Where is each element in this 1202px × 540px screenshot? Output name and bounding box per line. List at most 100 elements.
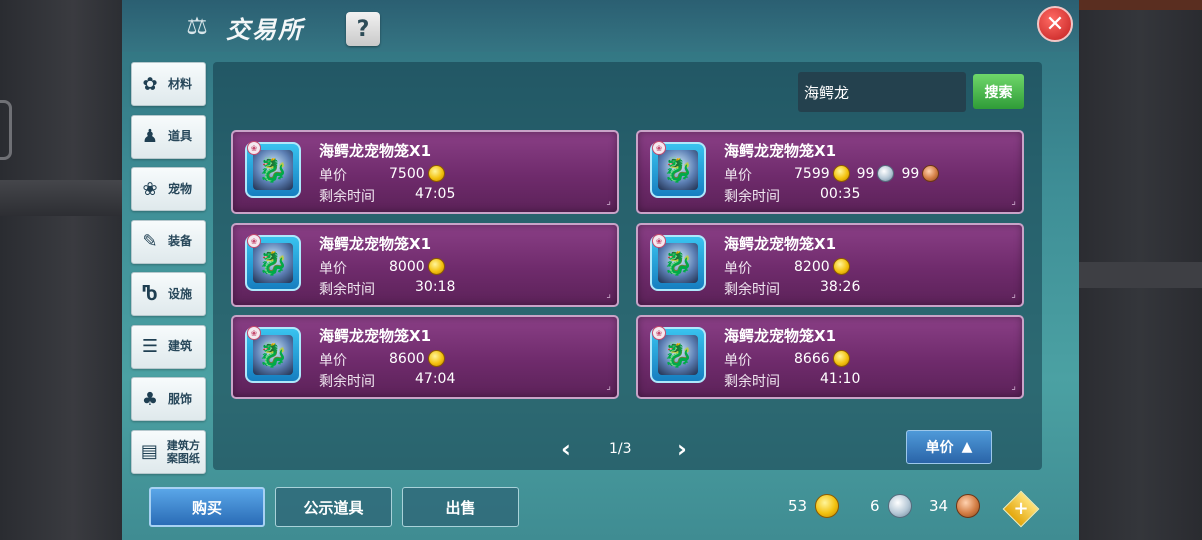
gold-coin-icon (832, 350, 850, 367)
background-roof (1078, 0, 1202, 10)
gold-coin-icon (427, 350, 445, 367)
price-label: 单价 (724, 168, 752, 184)
page-indicator: 1/3 (609, 441, 632, 457)
time-label: 剩余时间 (319, 189, 375, 205)
sidebar-item-label: 材料 (168, 76, 193, 91)
sidebar-item-clothing[interactable]: ♣ 服饰 (131, 377, 206, 421)
props-icon: ♟ (141, 126, 159, 147)
sidebar-item-pets[interactable]: ❀ 宠物 (131, 167, 206, 211)
sidebar-item-facility[interactable]: Ⴊ 设施 (131, 272, 206, 316)
background-beam (0, 180, 122, 216)
item-name: 海鳄龙宠物笼X1 (319, 235, 432, 253)
sidebar-item-label: 建筑方案图纸 (166, 438, 200, 465)
building-icon: ☰ (141, 336, 159, 357)
item-price: 8600 (389, 350, 445, 367)
page-title: 交易所 (226, 16, 304, 44)
time-label: 剩余时间 (319, 374, 375, 390)
item-price: 8200 (794, 258, 850, 275)
sidebar-item-blueprint[interactable]: ▤ 建筑方案图纸 (131, 429, 206, 474)
price-label: 单价 (724, 353, 752, 369)
pet-paw-icon: ❀ (142, 178, 158, 200)
time-label: 剩余时间 (724, 374, 780, 390)
sort-arrow-icon: ▲ (961, 439, 973, 455)
sell-tab[interactable]: 出售 (402, 487, 519, 527)
game-background-left (0, 0, 122, 540)
bronze-amount: 99 (901, 165, 920, 182)
gold-coin-icon (427, 258, 445, 275)
add-currency-button[interactable]: + (1002, 490, 1040, 528)
search-input[interactable]: 海鳄龙 (798, 72, 966, 112)
listing-card[interactable]: 🐉 ❀ 海鳄龙宠物笼X1 单价 8000 剩余时间 30:18 ⌟ (231, 223, 619, 307)
listing-card[interactable]: 🐉 ❀ 海鳄龙宠物笼X1 单价 7599 99 99 剩余时间 00:35 ⌟ (636, 130, 1024, 214)
close-button[interactable]: ✕ (1037, 6, 1073, 42)
sidebar-item-label: 宠物 (168, 181, 193, 196)
sidebar-item-props[interactable]: ♟ 道具 (131, 114, 206, 159)
listing-card[interactable]: 🐉 ❀ 海鳄龙宠物笼X1 单价 8600 剩余时间 47:04 ⌟ (231, 315, 619, 399)
item-price: 8666 (794, 350, 850, 367)
silver-amount: 99 (856, 165, 875, 182)
price-label: 单价 (319, 261, 347, 277)
gold-coin-icon (427, 165, 445, 182)
item-name: 海鳄龙宠物笼X1 (319, 142, 432, 160)
silver-amount: 6 (870, 497, 880, 515)
remaining-time: 47:04 (415, 371, 456, 387)
clothing-icon: ♣ (141, 388, 159, 410)
pet-badge-icon: ❀ (247, 234, 261, 248)
gold-amount: 8600 (389, 350, 425, 367)
blueprint-icon: ▤ (140, 441, 158, 462)
background-ring (0, 100, 12, 160)
listing-card[interactable]: 🐉 ❀ 海鳄龙宠物笼X1 单价 8666 剩余时间 41:10 ⌟ (636, 315, 1024, 399)
exchange-panel: ⚖ 交易所 ? ✕ ✿ 材料 ♟ 道具 ❀ 宠物 ✎ 装备 Ⴊ 设施 ☰ 建筑 (122, 0, 1079, 540)
remaining-time: 38:26 (820, 279, 861, 295)
pet-badge-icon: ❀ (652, 234, 666, 248)
silver-coin-icon (877, 165, 895, 182)
prev-page-button[interactable]: ‹ (556, 435, 576, 463)
gold-coin-icon (815, 494, 840, 518)
sidebar-item-materials[interactable]: ✿ 材料 (131, 62, 206, 106)
remaining-time: 30:18 (415, 279, 456, 295)
gold-amount: 8200 (794, 258, 830, 275)
bronze-coin-icon (956, 494, 981, 518)
sidebar-item-label: 装备 (168, 234, 193, 248)
gold-amount: 8000 (389, 258, 425, 275)
game-background-right (1078, 0, 1202, 540)
item-name: 海鳄龙宠物笼X1 (724, 142, 837, 160)
help-button[interactable]: ? (346, 12, 380, 46)
dragon-icon: 🐉 (658, 243, 698, 283)
search-button[interactable]: 搜索 (973, 74, 1024, 109)
background-beam (1078, 262, 1202, 288)
pet-badge-icon: ❀ (247, 326, 261, 340)
next-page-button[interactable]: › (672, 435, 692, 463)
sort-by-price-button[interactable]: 单价 ▲ (906, 430, 992, 464)
materials-icon: ✿ (142, 73, 158, 95)
buy-tab[interactable]: 购买 (149, 487, 265, 527)
public-items-tab[interactable]: 公示道具 (275, 487, 392, 527)
corner-mark-icon: ⌟ (1011, 381, 1016, 392)
listing-card[interactable]: 🐉 ❀ 海鳄龙宠物笼X1 单价 7500 剩余时间 47:05 ⌟ (231, 130, 619, 214)
item-price: 7599 99 99 (794, 165, 940, 182)
scales-icon: ⚖ (186, 12, 208, 40)
sidebar-item-label: 设施 (168, 286, 193, 301)
sidebar-item-label: 服饰 (168, 391, 193, 406)
dragon-icon: 🐉 (253, 150, 293, 190)
equipment-icon: ✎ (142, 231, 158, 252)
bronze-balance: 34 (929, 494, 981, 518)
gold-coin-icon (832, 258, 850, 275)
item-name: 海鳄龙宠物笼X1 (319, 327, 432, 345)
listing-card[interactable]: 🐉 ❀ 海鳄龙宠物笼X1 单价 8200 剩余时间 38:26 ⌟ (636, 223, 1024, 307)
pet-badge-icon: ❀ (652, 141, 666, 155)
sidebar-item-equipment[interactable]: ✎ 装备 (131, 219, 206, 264)
corner-mark-icon: ⌟ (1011, 289, 1016, 300)
pet-badge-icon: ❀ (652, 326, 666, 340)
plus-icon: + (1013, 498, 1029, 519)
sidebar-item-building[interactable]: ☰ 建筑 (131, 324, 206, 369)
time-label: 剩余时间 (724, 189, 780, 205)
remaining-time: 47:05 (415, 186, 456, 202)
corner-mark-icon: ⌟ (606, 196, 611, 207)
item-price: 8000 (389, 258, 445, 275)
sort-label: 单价 (925, 440, 954, 456)
time-label: 剩余时间 (319, 282, 375, 298)
item-name: 海鳄龙宠物笼X1 (724, 235, 837, 253)
gold-amount: 53 (788, 497, 808, 515)
gold-amount: 8666 (794, 350, 830, 367)
